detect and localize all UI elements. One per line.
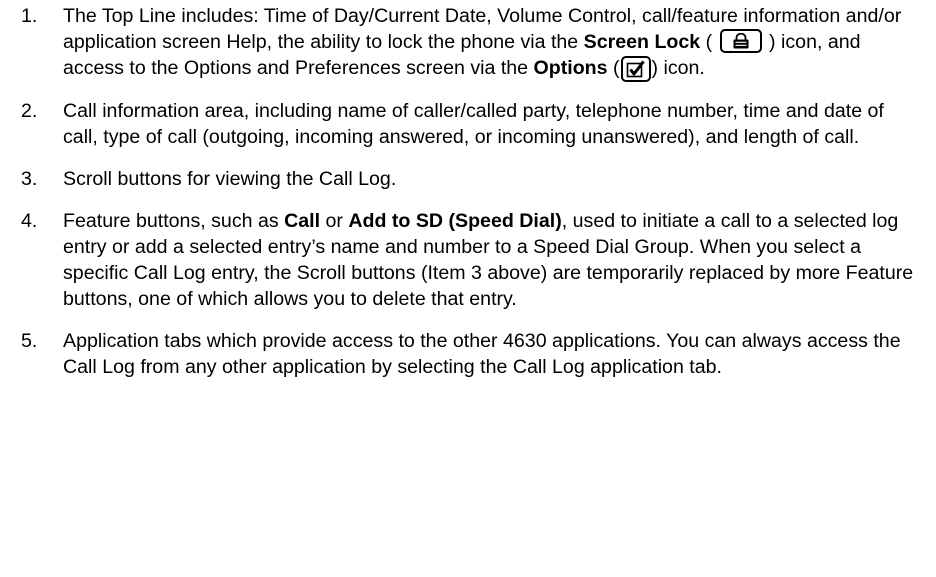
numbered-list: 1. The Top Line includes: Time of Day/Cu… [21, 3, 916, 380]
options-checkbox-icon [620, 56, 651, 82]
item-number: 2. [21, 100, 38, 122]
item-text: Feature buttons, such as Call or Add to … [63, 210, 913, 310]
text-run: ( [700, 31, 718, 53]
text-run: Feature buttons, such as [63, 210, 285, 232]
call-label: Call [284, 210, 321, 232]
text-run: or [320, 210, 349, 232]
item-text: Call information area, including name of… [63, 100, 884, 148]
item-number: 3. [21, 168, 38, 190]
item-text: The Top Line includes: Time of Day/Curre… [63, 5, 901, 82]
add-to-sd-label: Add to SD (Speed Dial) [348, 210, 562, 232]
text-run: ) icon. [651, 57, 705, 79]
item-text: Scroll buttons for viewing the Call Log. [63, 168, 397, 190]
item-number: 1. [21, 5, 38, 27]
text-run: ( [607, 57, 620, 79]
item-number: 5. [21, 330, 38, 352]
list-item-3: 3. Scroll buttons for viewing the Call L… [21, 166, 916, 192]
screen-lock-icon [719, 29, 762, 53]
list-item-4: 4. Feature buttons, such as Call or Add … [21, 208, 916, 312]
document-page: 1. The Top Line includes: Time of Day/Cu… [0, 0, 936, 577]
list-item-5: 5. Application tabs which provide access… [21, 328, 916, 380]
list-item-2: 2. Call information area, including name… [21, 98, 916, 150]
item-number: 4. [21, 210, 38, 232]
options-label: Options [533, 57, 608, 79]
list-item-1: 1. The Top Line includes: Time of Day/Cu… [21, 3, 916, 82]
screen-lock-label: Screen Lock [583, 31, 701, 53]
item-text: Application tabs which provide access to… [63, 330, 901, 378]
